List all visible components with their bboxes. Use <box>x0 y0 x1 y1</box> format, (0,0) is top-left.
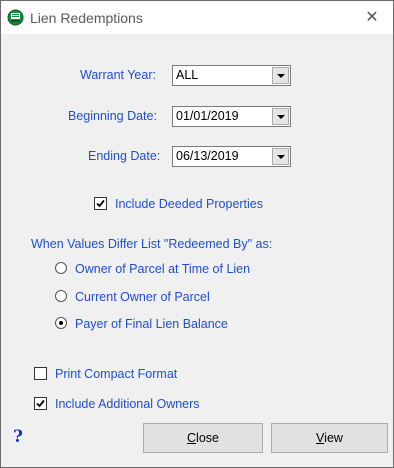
ending-date-picker[interactable]: 06/13/2019 <box>172 146 291 167</box>
checkmark-icon <box>36 399 45 408</box>
view-button-accel: V <box>316 431 325 445</box>
radio-current-owner-label[interactable]: Current Owner of Parcel <box>75 290 210 304</box>
close-icon[interactable]: ✕ <box>357 5 387 31</box>
chevron-down-icon[interactable] <box>272 108 289 125</box>
radio-payer-final[interactable] <box>55 317 67 329</box>
print-compact-label[interactable]: Print Compact Format <box>55 367 177 381</box>
radio-owner-at-lien[interactable] <box>55 262 67 274</box>
app-icon <box>7 9 24 26</box>
warrant-year-label: Warrant Year: <box>80 68 156 82</box>
title-bar: Lien Redemptions ✕ <box>1 1 393 34</box>
dialog-window: Lien Redemptions ✕ Warrant Year: ALL Beg… <box>0 0 394 468</box>
ending-date-value: 06/13/2019 <box>176 149 239 163</box>
warrant-year-value: ALL <box>176 68 199 82</box>
include-additional-owners-checkbox[interactable] <box>34 397 47 410</box>
checkmark-icon <box>96 199 105 208</box>
radio-selected-dot <box>59 321 63 325</box>
radio-owner-at-lien-label[interactable]: Owner of Parcel at Time of Lien <box>75 262 250 276</box>
include-deeded-label[interactable]: Include Deeded Properties <box>115 197 263 211</box>
chevron-down-icon[interactable] <box>272 148 289 165</box>
view-button[interactable]: View <box>271 423 388 453</box>
dialog-body: Warrant Year: ALL Beginning Date: 01/01/… <box>1 34 393 467</box>
print-compact-checkbox[interactable] <box>34 367 47 380</box>
close-button-label: lose <box>196 431 219 445</box>
beginning-date-label: Beginning Date: <box>68 109 157 123</box>
window-title: Lien Redemptions <box>30 10 143 26</box>
beginning-date-value: 01/01/2019 <box>176 109 239 123</box>
redeemed-by-heading: When Values Differ List "Redeemed By" as… <box>31 237 273 251</box>
warrant-year-select[interactable]: ALL <box>172 65 291 86</box>
radio-payer-final-label[interactable]: Payer of Final Lien Balance <box>75 317 228 331</box>
include-deeded-checkbox[interactable] <box>94 197 107 210</box>
include-additional-owners-label[interactable]: Include Additional Owners <box>55 397 200 411</box>
view-button-label: iew <box>324 431 343 445</box>
chevron-down-icon[interactable] <box>272 67 289 84</box>
close-button-accel: C <box>187 431 197 445</box>
help-icon[interactable]: ? <box>13 427 23 447</box>
close-button[interactable]: Close <box>143 423 263 453</box>
ending-date-label: Ending Date: <box>88 149 161 163</box>
radio-current-owner[interactable] <box>55 290 67 302</box>
beginning-date-picker[interactable]: 01/01/2019 <box>172 106 291 127</box>
